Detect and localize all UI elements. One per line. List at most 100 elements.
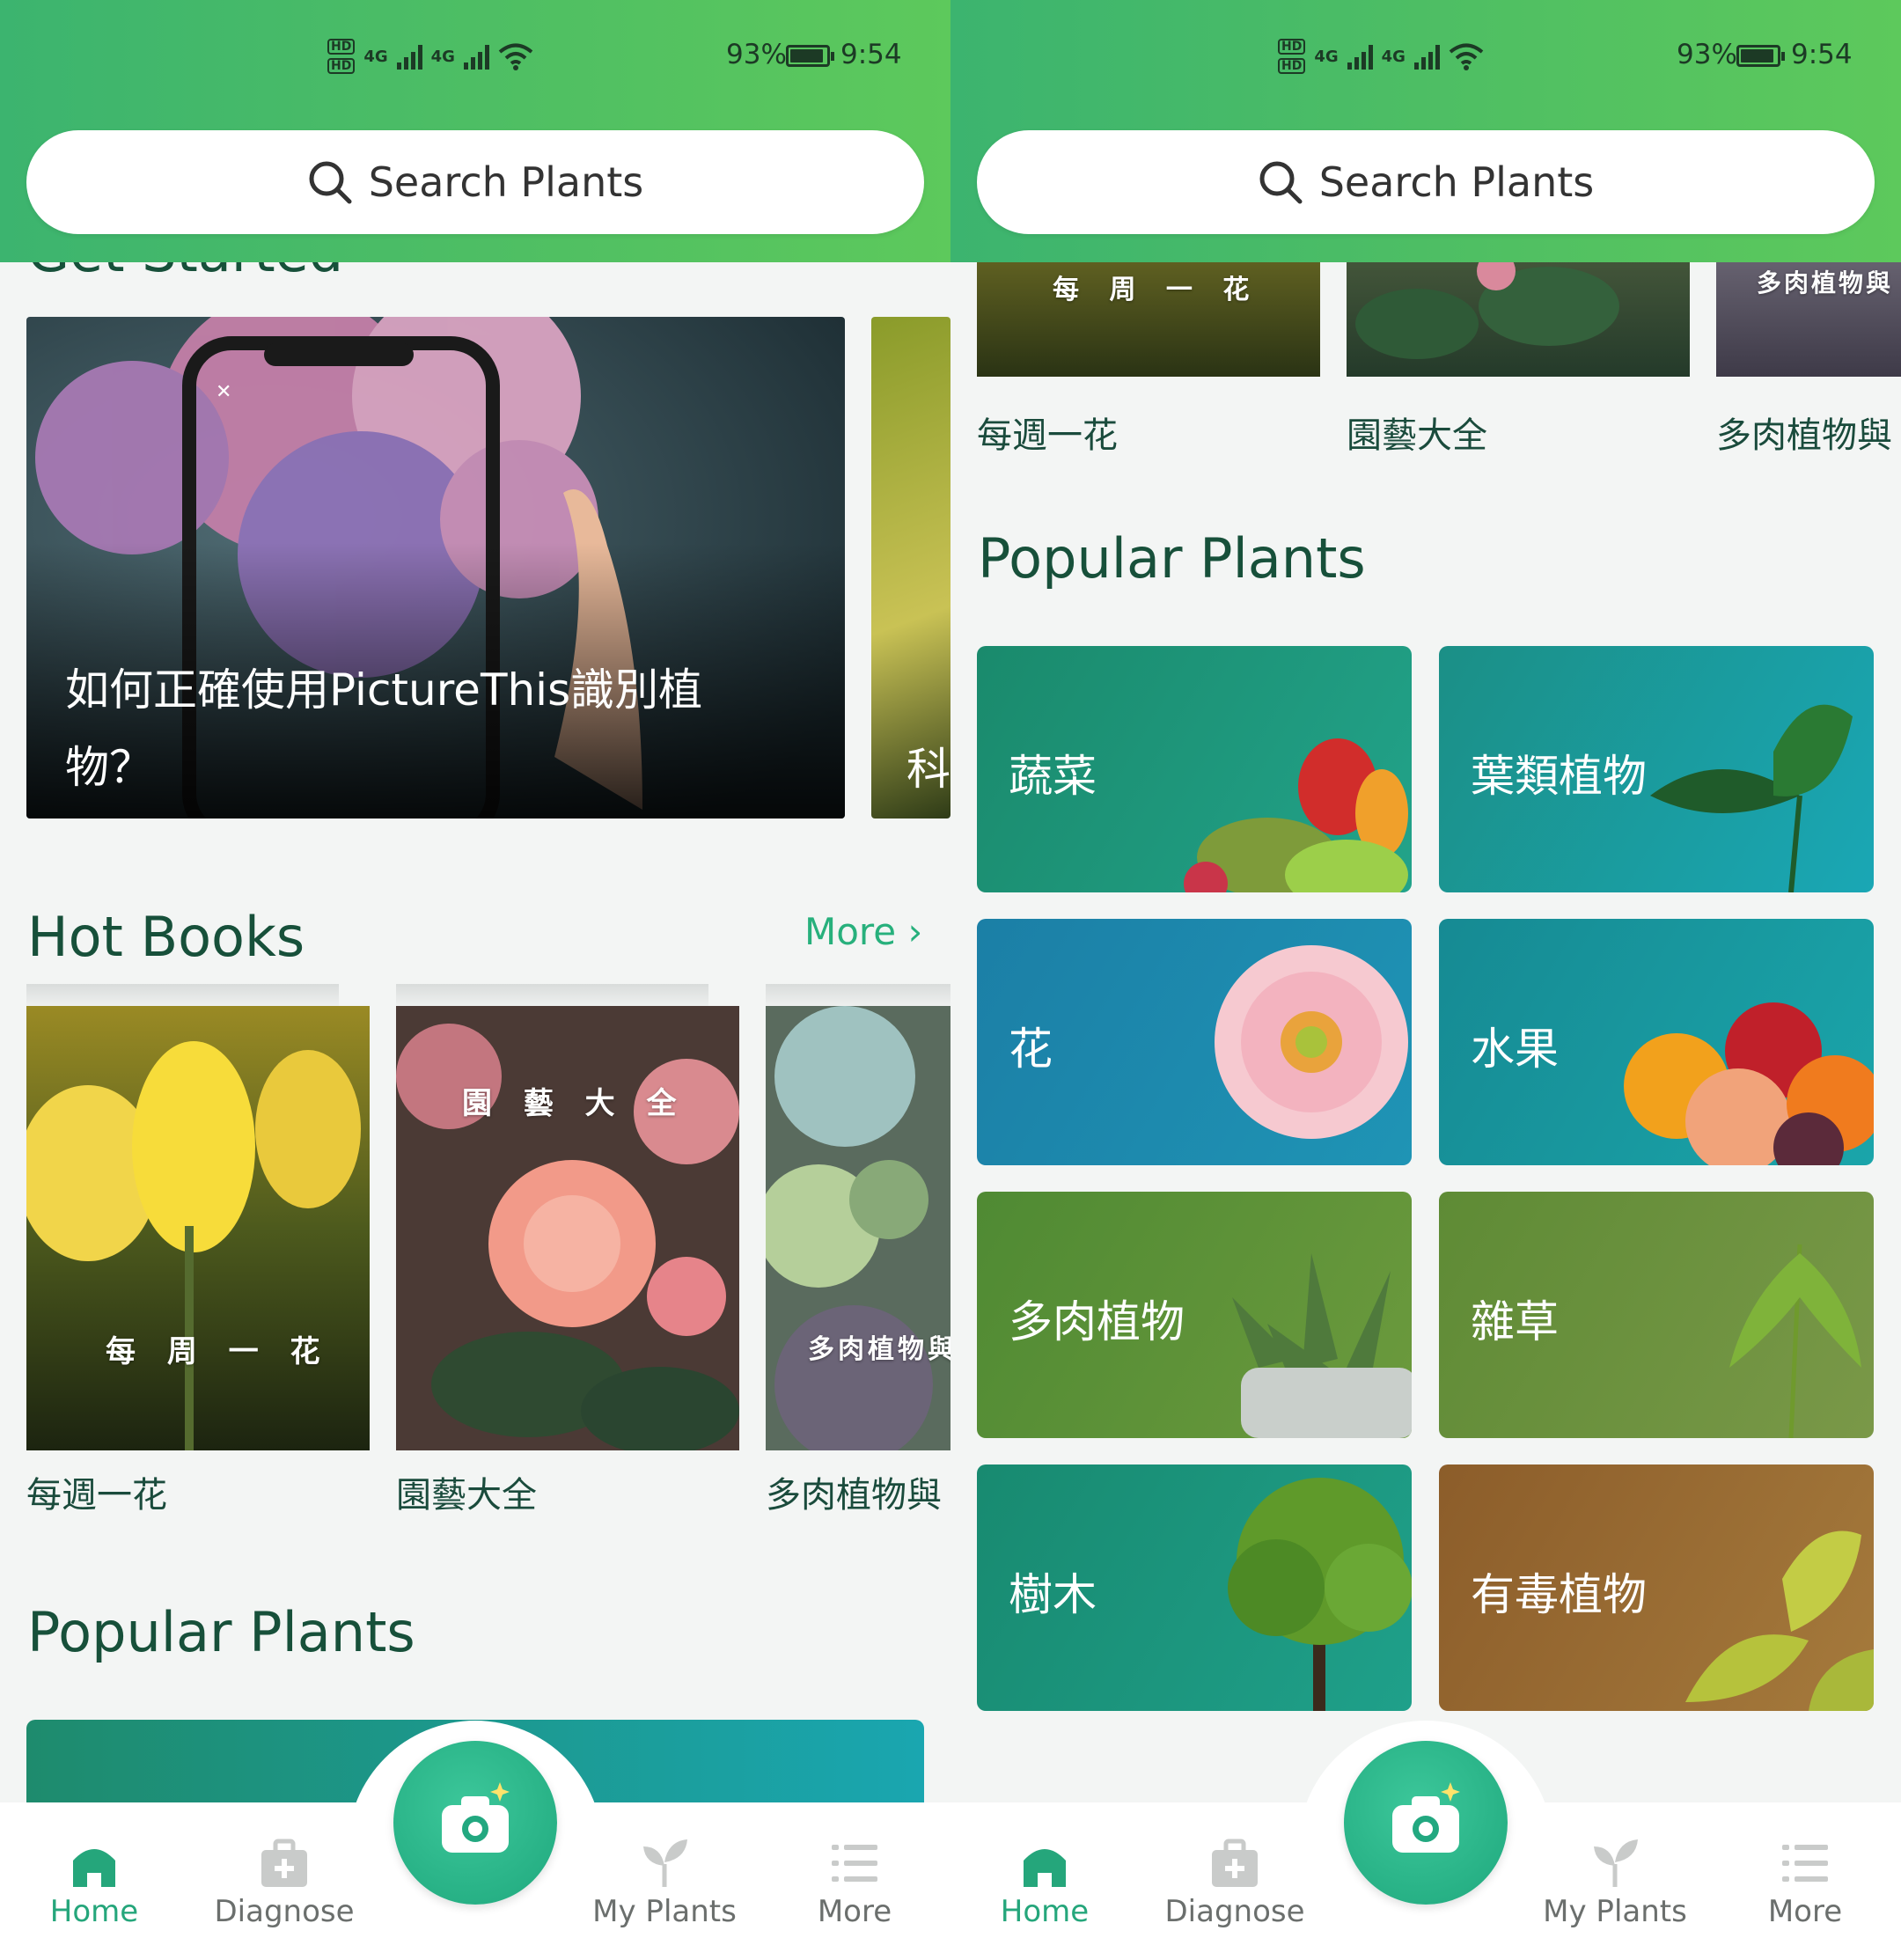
- status-bar: HD HD 4G 4G 93% 9:54: [0, 32, 950, 81]
- nav-my-plants[interactable]: My Plants: [590, 1838, 739, 1929]
- book-card[interactable]: 每 周 一 花 每週一花: [26, 984, 370, 1530]
- network-label: 4G: [430, 47, 455, 66]
- book-stack-shadow: [766, 984, 950, 1006]
- camera-icon: [1392, 1782, 1460, 1853]
- book-cover-title: 園 藝 大 全: [462, 1086, 687, 1121]
- network-label: 4G: [1314, 47, 1339, 66]
- get-started-title: Get Started: [27, 262, 343, 284]
- book-title: 多肉植物與: [766, 1475, 942, 1516]
- header: HD HD 4G 4G 93% 9:54 Search Plants: [950, 0, 1901, 262]
- book-stack-shadow: [26, 984, 339, 1006]
- nav-more[interactable]: More: [1730, 1838, 1880, 1929]
- book-cover-title: 多肉植物與: [1757, 268, 1894, 297]
- card-caption: 如何正確使用PictureThis識別植物？: [65, 664, 703, 793]
- network-label: 4G: [363, 47, 388, 66]
- get-started-card[interactable]: 科: [871, 317, 950, 819]
- header: HD HD 4G 4G 93% 9:54 Search Plants: [0, 0, 950, 262]
- menu-list-icon: [832, 1845, 877, 1882]
- category-label: 水果: [1471, 1024, 1559, 1075]
- battery-percent: 93%: [1677, 39, 1737, 70]
- hd-icon: HD HD: [1278, 39, 1306, 74]
- camera-button[interactable]: [393, 1741, 557, 1905]
- nav-home[interactable]: Home: [19, 1838, 169, 1929]
- book-card[interactable]: 園 藝 大 全 園藝大全: [396, 984, 739, 1530]
- search-bar[interactable]: Search Plants: [26, 130, 924, 234]
- category-label: 葉類植物: [1471, 751, 1647, 802]
- category-label: 有毒植物: [1471, 1569, 1647, 1620]
- nav-my-plants[interactable]: My Plants: [1540, 1838, 1690, 1929]
- chevron-right-icon: ›: [907, 910, 923, 953]
- book-cover: [396, 1006, 739, 1450]
- nav-diagnose[interactable]: Diagnose: [209, 1838, 359, 1929]
- rose-leaves-image: [1355, 262, 1619, 359]
- menu-list-icon: [1782, 1845, 1828, 1882]
- book-stack-shadow: [396, 984, 708, 1006]
- category-card-foliage[interactable]: 葉類植物: [1439, 646, 1874, 892]
- screen-home-scrolled: HD HD 4G 4G 93% 9:54 Search Plants 每 周 一 …: [950, 0, 1901, 1960]
- home-icon: [1024, 1849, 1066, 1887]
- nav-diagnose-label: Diagnose: [1164, 1894, 1305, 1929]
- diagnose-icon: [261, 1839, 307, 1887]
- book-title[interactable]: 園藝大全: [1347, 407, 1487, 458]
- book-title[interactable]: 多肉植物與: [1716, 407, 1892, 458]
- nav-more-label: More: [817, 1894, 892, 1929]
- nav-my-plants-label: My Plants: [592, 1894, 737, 1929]
- category-card-poisonous[interactable]: 有毒植物: [1439, 1464, 1874, 1711]
- category-card-succulents[interactable]: 多肉植物: [977, 1192, 1412, 1438]
- nav-home-label: Home: [1000, 1894, 1090, 1929]
- camera-icon: [442, 1782, 510, 1853]
- category-card-weeds[interactable]: 雜草: [1439, 1192, 1874, 1438]
- card-caption: 科: [906, 744, 950, 795]
- signal-group: HD HD 4G 4G: [327, 32, 556, 81]
- book-cover[interactable]: 多肉植物與: [1716, 262, 1901, 377]
- home-content: 每 周 一 花 多肉植物與 每週一花 園藝大全 多肉植物與 Popular Pl…: [950, 262, 1901, 1802]
- category-label: 蔬菜: [1009, 751, 1097, 802]
- sprout-icon: [643, 1839, 687, 1887]
- category-label: 花: [1009, 1024, 1053, 1075]
- book-cover-title: 每 周 一 花: [106, 1334, 331, 1369]
- home-icon: [73, 1849, 115, 1887]
- category-card-vegetables[interactable]: 蔬菜: [977, 646, 1412, 892]
- book-cover-title: 每 周 一 花: [1053, 275, 1260, 305]
- search-placeholder: Search Plants: [1318, 158, 1595, 206]
- search-bar[interactable]: Search Plants: [977, 130, 1875, 234]
- more-link[interactable]: More ›: [804, 910, 922, 953]
- signal-group: HD HD 4G 4G: [1278, 32, 1507, 81]
- book-title[interactable]: 每週一花: [977, 407, 1118, 458]
- wifi-icon: [498, 43, 533, 70]
- nav-my-plants-label: My Plants: [1543, 1894, 1687, 1929]
- get-started-card[interactable]: ✕ 如何正確使用PictureThis識別植物？: [26, 317, 845, 819]
- sprout-icon: [1594, 1839, 1638, 1887]
- hot-books-title: Hot Books: [27, 905, 305, 969]
- category-label: 雜草: [1471, 1296, 1559, 1347]
- battery-level: [1741, 49, 1774, 62]
- nav-diagnose[interactable]: Diagnose: [1160, 1838, 1310, 1929]
- book-title: 園藝大全: [396, 1475, 537, 1516]
- tulip-image: [26, 1006, 370, 1450]
- book-card[interactable]: 多肉植物與 多肉植物與: [766, 984, 950, 1530]
- category-card-trees[interactable]: 樹木: [977, 1464, 1412, 1711]
- book-cover[interactable]: [1347, 262, 1690, 377]
- search-icon: [1259, 161, 1303, 204]
- wifi-icon: [1449, 43, 1484, 70]
- search-placeholder: Search Plants: [368, 158, 644, 206]
- camera-button[interactable]: [1344, 1741, 1508, 1905]
- nav-home[interactable]: Home: [970, 1838, 1119, 1929]
- category-card-flowers[interactable]: 花: [977, 919, 1412, 1165]
- battery-icon: [786, 45, 834, 67]
- popular-plants-title: Popular Plants: [27, 1600, 415, 1664]
- battery-level: [790, 49, 824, 62]
- status-bar: HD HD 4G 4G 93% 9:54: [950, 32, 1901, 81]
- nav-more[interactable]: More: [780, 1838, 929, 1929]
- popular-plants-title: Popular Plants: [978, 526, 1366, 591]
- book-cover: [26, 1006, 370, 1450]
- search-icon: [309, 161, 352, 204]
- succulent-image: [766, 1006, 950, 1450]
- hd-icon: HD HD: [327, 39, 356, 74]
- signal-icon: [396, 43, 422, 70]
- book-cover: [766, 1006, 950, 1450]
- nav-diagnose-label: Diagnose: [214, 1894, 355, 1929]
- category-label: 樹木: [1009, 1569, 1097, 1620]
- book-cover[interactable]: 每 周 一 花: [977, 262, 1320, 377]
- category-card-fruits[interactable]: 水果: [1439, 919, 1874, 1165]
